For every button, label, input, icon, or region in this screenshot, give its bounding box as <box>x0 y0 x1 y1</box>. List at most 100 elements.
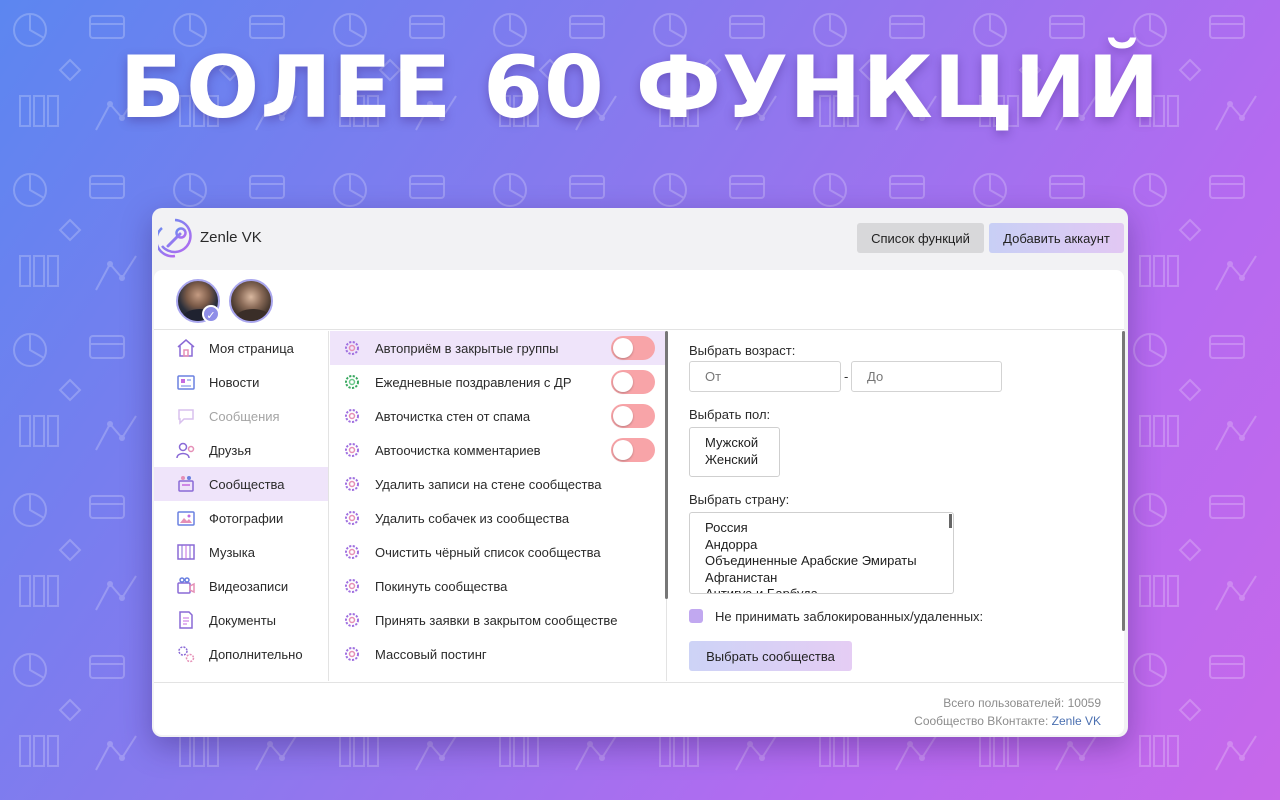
country-option[interactable]: Антигуа и Барбуда <box>705 586 818 593</box>
gear-icon <box>345 477 359 491</box>
gear-icon <box>345 375 359 389</box>
community-link[interactable]: Zenle VK <box>1052 714 1101 728</box>
document-icon <box>179 611 193 629</box>
function-label: Удалить собачек из сообщества <box>375 510 570 526</box>
country-label: Выбрать страну: <box>689 492 790 507</box>
community-line: Сообщество ВКонтакте: Zenle VK <box>914 714 1101 728</box>
gear-icon <box>345 613 359 627</box>
function-item[interactable]: Ежедневные поздравления с ДР <box>330 365 665 399</box>
function-item[interactable]: Автоочистка комментариев <box>330 433 665 467</box>
age-from-input[interactable] <box>689 361 841 392</box>
friends-icon <box>176 442 195 459</box>
community-icon <box>178 476 194 492</box>
main-card: ✓ Моя страница Новости Сообщения Друзья <box>154 270 1125 735</box>
total-users-line: Всего пользователей: 10059 <box>943 696 1101 710</box>
sidebar-item-label: Музыка <box>209 544 255 560</box>
verified-check-icon: ✓ <box>202 305 220 323</box>
function-item[interactable]: Авточистка стен от спама <box>330 399 665 433</box>
country-list-scrollbar[interactable] <box>949 514 952 528</box>
sidebar-item-label: Фотографии <box>209 510 284 526</box>
account-switcher: ✓ <box>154 270 1124 330</box>
gear-icon <box>345 545 359 559</box>
skip-blocked-checkbox[interactable] <box>689 609 703 623</box>
account-avatar-2[interactable] <box>229 279 273 323</box>
function-label: Массовый постинг <box>375 646 487 662</box>
function-item[interactable]: Очистить чёрный список сообщества <box>330 535 665 569</box>
gear-icon <box>345 409 359 423</box>
gear-icon <box>345 443 359 457</box>
sidebar-item-label: Новости <box>209 374 260 390</box>
sidebar-item-label: Друзья <box>209 442 252 458</box>
music-icon <box>177 544 195 560</box>
function-label: Автоприём в закрытые группы <box>375 340 559 356</box>
app-logo-icon <box>158 218 192 258</box>
select-communities-button[interactable]: Выбрать сообщества <box>689 641 852 671</box>
add-account-button[interactable]: Добавить аккаунт <box>989 223 1124 253</box>
country-option[interactable]: Андорра <box>705 537 757 552</box>
sidebar-nav: Моя страница Новости Сообщения Друзья Со… <box>154 331 329 681</box>
total-users-label: Всего пользователей: <box>943 696 1065 710</box>
sidebar-item-label: Моя страница <box>209 340 294 356</box>
function-toggle[interactable] <box>611 370 655 394</box>
function-label: Авточистка стен от спама <box>375 408 531 424</box>
settings-scrollbar[interactable] <box>1122 331 1125 631</box>
chat-icon <box>178 409 194 425</box>
function-label: Покинуть сообщества <box>375 578 508 594</box>
photo-icon <box>177 511 195 526</box>
sidebar-item-messages[interactable]: Сообщения <box>154 399 328 433</box>
function-item[interactable]: Удалить записи на стене сообщества <box>330 467 665 501</box>
function-item[interactable]: Принять заявки в закрытом сообществе <box>330 603 665 637</box>
title-bar: Zenle VK Список функций Добавить аккаунт <box>152 208 1128 268</box>
sidebar-item-friends[interactable]: Друзья <box>154 433 328 467</box>
function-label: Удалить записи на стене сообщества <box>375 476 602 492</box>
video-icon <box>177 577 195 594</box>
sidebar-item-my-page[interactable]: Моя страница <box>154 331 328 365</box>
sidebar-item-communities[interactable]: Сообщества <box>154 467 328 501</box>
gender-option[interactable]: Мужской <box>705 435 758 450</box>
function-item[interactable]: Массовый постинг <box>330 637 665 671</box>
skip-blocked-label: Не принимать заблокированных/удаленных: <box>715 609 984 624</box>
age-label: Выбрать возраст: <box>689 343 796 358</box>
country-option[interactable]: Объединенные Арабские Эмираты <box>705 553 917 568</box>
country-option[interactable]: Афганистан <box>705 570 777 585</box>
sidebar-item-videos[interactable]: Видеозаписи <box>154 569 328 603</box>
newspaper-icon <box>177 375 195 390</box>
function-label: Автоочистка комментариев <box>375 442 541 458</box>
sidebar-item-label: Дополнительно <box>209 646 303 662</box>
function-item[interactable]: Удалить собачек из сообщества <box>330 501 665 535</box>
sidebar-item-label: Документы <box>209 612 277 628</box>
function-list-button[interactable]: Список функций <box>857 223 984 253</box>
function-label: Очистить чёрный список сообщества <box>375 544 601 560</box>
gender-option[interactable]: Женский <box>705 452 758 467</box>
sidebar-item-music[interactable]: Музыка <box>154 535 328 569</box>
settings-panel: Выбрать возраст: - Выбрать пол: Мужской … <box>669 331 1125 681</box>
app-title: Zenle VK <box>200 229 262 246</box>
function-toggle[interactable] <box>611 404 655 428</box>
sidebar-item-label: Сообщения <box>209 408 280 424</box>
gears-icon <box>178 646 195 663</box>
promo-headline: БОЛЕЕ 60 ФУНКЦИЙ <box>119 38 1161 138</box>
gender-label: Выбрать пол: <box>689 407 771 422</box>
function-list: Автоприём в закрытые группы Ежедневные п… <box>330 331 667 681</box>
function-list-scrollbar[interactable] <box>665 331 668 599</box>
gear-icon <box>345 341 359 355</box>
footer: Всего пользователей: 10059 Сообщество ВК… <box>154 682 1124 735</box>
function-toggle[interactable] <box>611 336 655 360</box>
total-users-value: 10059 <box>1067 696 1101 710</box>
gear-icon <box>345 511 359 525</box>
function-item[interactable]: Покинуть сообщества <box>330 569 665 603</box>
function-toggle[interactable] <box>611 438 655 462</box>
age-to-input[interactable] <box>851 361 1002 392</box>
sidebar-item-news[interactable]: Новости <box>154 365 328 399</box>
age-range-dash: - <box>844 369 849 384</box>
sidebar-item-photos[interactable]: Фотографии <box>154 501 328 535</box>
country-option[interactable]: Россия <box>705 520 748 535</box>
gender-select[interactable]: Мужской Женский <box>689 427 780 477</box>
sidebar-item-documents[interactable]: Документы <box>154 603 328 637</box>
sidebar-item-additional[interactable]: Дополнительно <box>154 637 328 671</box>
function-label: Принять заявки в закрытом сообществе <box>375 612 618 628</box>
home-icon <box>177 339 195 357</box>
gear-icon <box>345 579 359 593</box>
function-item[interactable]: Автоприём в закрытые группы <box>330 331 665 365</box>
country-select[interactable]: Россия Андорра Объединенные Арабские Эми… <box>689 512 954 594</box>
